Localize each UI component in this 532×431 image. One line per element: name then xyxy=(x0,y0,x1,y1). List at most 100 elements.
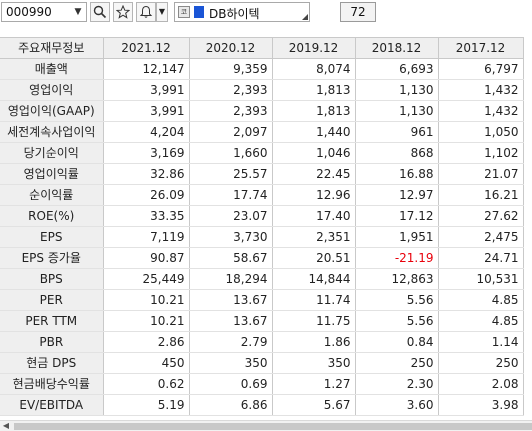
row-label: PER xyxy=(0,289,104,311)
bell-icon xyxy=(139,5,153,18)
table-cell: 2,393 xyxy=(189,79,273,101)
table-cell: 12,863 xyxy=(355,268,439,290)
table-cell: 26.09 xyxy=(103,184,190,206)
table-cell: 16.88 xyxy=(355,163,439,185)
table-cell: 32.86 xyxy=(103,163,190,185)
table-row[interactable]: BPS 25,449 18,294 14,844 12,863 10,531 xyxy=(0,268,524,290)
column-header[interactable]: 2021.12 xyxy=(103,37,190,59)
table-cell: 4.85 xyxy=(438,310,524,332)
table-cell: 4.85 xyxy=(438,289,524,311)
table-cell: 1,951 xyxy=(355,226,439,248)
search-button[interactable] xyxy=(90,2,110,22)
count-button[interactable]: 72 xyxy=(340,2,376,22)
company-name-field[interactable]: 코 DB하이텍 xyxy=(174,2,310,22)
table-cell: 10.21 xyxy=(103,289,190,311)
alert-button[interactable] xyxy=(136,2,156,22)
table-cell: 9,359 xyxy=(189,58,273,80)
table-cell: 12,147 xyxy=(103,58,190,80)
table-row[interactable]: EPS 7,119 3,730 2,351 1,951 2,475 xyxy=(0,226,524,248)
table-cell: 17.74 xyxy=(189,184,273,206)
table-cell: 14,844 xyxy=(272,268,356,290)
table-cell: 2.30 xyxy=(355,373,439,395)
table-cell: 2,393 xyxy=(189,100,273,122)
column-header[interactable]: 2019.12 xyxy=(272,37,356,59)
table-cell: 23.07 xyxy=(189,205,273,227)
table-row[interactable]: ROE(%) 33.35 23.07 17.40 17.12 27.62 xyxy=(0,205,524,227)
row-label: 영업이익(GAAP) xyxy=(0,100,104,122)
table-row[interactable]: 현금 DPS 450 350 350 250 250 xyxy=(0,352,524,374)
table-cell: 18,294 xyxy=(189,268,273,290)
table-row[interactable]: PER TTM 10.21 13.67 11.75 5.56 4.85 xyxy=(0,310,524,332)
table-cell: 1,440 xyxy=(272,121,356,143)
table-cell: 10.21 xyxy=(103,310,190,332)
table-row[interactable]: 순이익률 26.09 17.74 12.96 12.97 16.21 xyxy=(0,184,524,206)
row-label: 영업이익률 xyxy=(0,163,104,185)
column-header[interactable]: 주요재무정보 xyxy=(0,37,104,59)
table-cell: 6,797 xyxy=(438,58,524,80)
table-row[interactable]: 현금배당수익률 0.62 0.69 1.27 2.30 2.08 xyxy=(0,373,524,395)
market-marker-icon: 코 xyxy=(178,6,190,18)
table-row[interactable]: EV/EBITDA 5.19 6.86 5.67 3.60 3.98 xyxy=(0,394,524,416)
alert-dropdown-button[interactable]: ▼ xyxy=(156,2,168,22)
table-row[interactable]: PER 10.21 13.67 11.74 5.56 4.85 xyxy=(0,289,524,311)
chevron-down-icon[interactable]: ▼ xyxy=(72,5,84,19)
column-header[interactable]: 2018.12 xyxy=(355,37,439,59)
table-cell: 2.86 xyxy=(103,331,190,353)
table-cell: 4,204 xyxy=(103,121,190,143)
table-cell: 250 xyxy=(355,352,439,374)
table-row[interactable]: 매출액 12,147 9,359 8,074 6,693 6,797 xyxy=(0,58,524,80)
table-cell: 12.97 xyxy=(355,184,439,206)
table-header-row: 주요재무정보 2021.12 2020.12 2019.12 2018.12 2… xyxy=(0,37,524,59)
table-row[interactable]: 영업이익 3,991 2,393 1,813 1,130 1,432 xyxy=(0,79,524,101)
horizontal-scrollbar[interactable]: ◀ xyxy=(0,420,532,431)
table-cell: 12.96 xyxy=(272,184,356,206)
table-cell: 2.08 xyxy=(438,373,524,395)
row-label: ROE(%) xyxy=(0,205,104,227)
table-cell: 0.84 xyxy=(355,331,439,353)
table-cell: 1,102 xyxy=(438,142,524,164)
table-cell: 3.98 xyxy=(438,394,524,416)
brand-color-swatch xyxy=(194,6,204,18)
row-label: PBR xyxy=(0,331,104,353)
table-cell: 6.86 xyxy=(189,394,273,416)
scroll-left-icon[interactable]: ◀ xyxy=(1,421,11,431)
table-cell: 1,046 xyxy=(272,142,356,164)
table-cell: 5.19 xyxy=(103,394,190,416)
toolbar: 000990 ▼ ▼ 코 DB하이텍 72 xyxy=(0,0,532,26)
table-row[interactable]: 영업이익(GAAP) 3,991 2,393 1,813 1,130 1,432 xyxy=(0,100,524,122)
table-cell: 1,660 xyxy=(189,142,273,164)
table-cell: 5.56 xyxy=(355,289,439,311)
table-cell: 1,432 xyxy=(438,79,524,101)
table-cell: 3.60 xyxy=(355,394,439,416)
column-header[interactable]: 2017.12 xyxy=(438,37,524,59)
table-cell: 1,130 xyxy=(355,100,439,122)
table-cell: 3,730 xyxy=(189,226,273,248)
table-row[interactable]: 당기순이익 3,169 1,660 1,046 868 1,102 xyxy=(0,142,524,164)
resize-corner-icon xyxy=(302,14,308,20)
table-cell: 0.69 xyxy=(189,373,273,395)
table-cell: 3,991 xyxy=(103,79,190,101)
table-cell: 2,351 xyxy=(272,226,356,248)
favorite-button[interactable] xyxy=(113,2,133,22)
table-cell: 25.57 xyxy=(189,163,273,185)
table-cell: 11.75 xyxy=(272,310,356,332)
scrollbar-thumb[interactable] xyxy=(14,423,532,430)
financial-summary-table: 주요재무정보 2021.12 2020.12 2019.12 2018.12 2… xyxy=(0,37,524,416)
table-row[interactable]: 영업이익률 32.86 25.57 22.45 16.88 21.07 xyxy=(0,163,524,185)
column-header[interactable]: 2020.12 xyxy=(189,37,273,59)
star-icon xyxy=(115,4,131,19)
table-cell: 27.62 xyxy=(438,205,524,227)
table-cell: 3,991 xyxy=(103,100,190,122)
table-cell: 2,097 xyxy=(189,121,273,143)
table-row[interactable]: PBR 2.86 2.79 1.86 0.84 1.14 xyxy=(0,331,524,353)
search-icon xyxy=(93,5,107,19)
table-cell: 450 xyxy=(103,352,190,374)
table-cell: 33.35 xyxy=(103,205,190,227)
table-cell: 1,130 xyxy=(355,79,439,101)
table-cell: 8,074 xyxy=(272,58,356,80)
stock-code-value: 000990 xyxy=(6,5,52,19)
table-row[interactable]: EPS 증가율 90.87 58.67 20.51 -21.19 24.71 xyxy=(0,247,524,269)
table-cell: 1,050 xyxy=(438,121,524,143)
stock-code-combobox[interactable]: 000990 ▼ xyxy=(1,2,87,22)
table-row[interactable]: 세전계속사업이익 4,204 2,097 1,440 961 1,050 xyxy=(0,121,524,143)
